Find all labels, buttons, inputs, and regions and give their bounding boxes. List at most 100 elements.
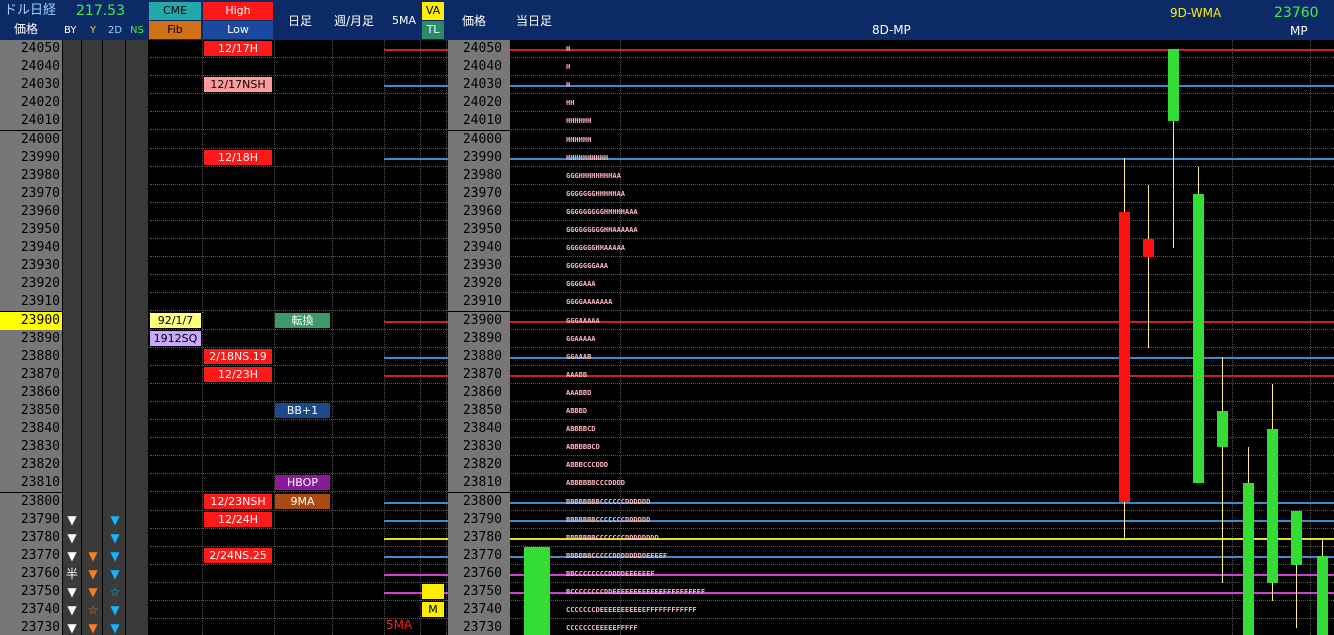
vertical-grid-line: [274, 40, 275, 635]
price-cell-right: 23850: [448, 402, 510, 420]
y-label: Y: [90, 25, 97, 36]
high-low-tag[interactable]: 12/23NSH: [204, 494, 272, 509]
grid-line: [150, 148, 1334, 149]
price-cell: 23820: [0, 456, 62, 474]
price-cell: 23770: [0, 547, 62, 565]
fib-tag[interactable]: 1912SQ: [150, 331, 201, 346]
candle-body: [1217, 411, 1228, 448]
level-line: [384, 49, 1334, 51]
price-cell-right: 24020: [448, 94, 510, 112]
price-cell-right: 23740: [448, 601, 510, 619]
high-low-tag[interactable]: 12/17H: [204, 41, 272, 56]
by-label: BY: [64, 25, 77, 36]
candle-body: [1193, 193, 1204, 484]
vertical-grid-line: [1310, 40, 1311, 635]
signal-mark-icon: ▼: [88, 567, 98, 581]
grid-line: [150, 582, 1334, 583]
mp-label: MP: [1290, 24, 1308, 38]
tpo-row: CCCCCCCDEEEEEEEEEEEFFFFFFFFFFFF: [566, 606, 697, 614]
signal-mark-icon: ▼: [110, 531, 120, 545]
high-low-tag[interactable]: 12/24H: [204, 512, 272, 527]
price-cell: 23800: [0, 493, 62, 511]
signal-mark-icon: ▼: [88, 621, 98, 635]
signal-mark-icon: ▼: [67, 531, 77, 545]
price-cell-right: 23980: [448, 167, 510, 185]
high-low-tag[interactable]: 12/23H: [204, 367, 272, 382]
high-low-tag[interactable]: 12/17NSH: [204, 77, 272, 92]
ns-label: NS: [130, 25, 144, 36]
price-cell: 23860: [0, 384, 62, 402]
signal-mark-icon: ▼: [67, 513, 77, 527]
signal-mark-icon: ☆: [87, 603, 99, 617]
instrument-value: 217.53: [76, 3, 125, 19]
signal-mark-icon: ▼: [88, 549, 98, 563]
price-cell-right: 24000: [448, 131, 510, 149]
ns-column: [126, 40, 148, 635]
price-cell: 23830: [0, 438, 62, 456]
price-cell-right: 23780: [448, 529, 510, 547]
price-cell-right: 23910: [448, 293, 510, 311]
price-cell: 24050: [0, 40, 62, 58]
va-tag[interactable]: M: [422, 602, 444, 617]
signal-mark-icon: 半: [65, 567, 78, 581]
va-header: VA: [422, 2, 444, 20]
vertical-grid-line: [446, 40, 447, 635]
fib-header: Fib: [149, 21, 201, 39]
tpo-row: BBBBBBBBCCCCCCDDDDDD: [566, 498, 651, 506]
grid-line: [150, 57, 1334, 58]
candle-body: [1168, 49, 1179, 122]
tpo-row: GGGGGGGGGHHAAAAAA: [566, 226, 638, 234]
tpo-row: HHHHHH: [566, 136, 592, 144]
price-cell: 23990: [0, 149, 62, 167]
mp-title: 8D-MP: [872, 23, 911, 37]
tpo-row: BBBBBBBCCCCCCCDDDDDDDD: [566, 534, 659, 542]
high-low-tag[interactable]: 12/18H: [204, 150, 272, 165]
price-cell: 23940: [0, 239, 62, 257]
ma5-bottom-label: 5MA: [386, 618, 413, 632]
level-line: [384, 321, 1334, 323]
price-cell-right: 23900: [448, 312, 510, 330]
level-line: [384, 502, 1334, 504]
grid-line: [150, 93, 1334, 94]
price-cell-right: 23970: [448, 185, 510, 203]
fib-tag[interactable]: 92/1/7: [150, 313, 201, 328]
grid-line: [150, 329, 1334, 330]
tpo-row: HHHHHHHHHH: [566, 154, 609, 162]
grid-line: [150, 365, 1334, 366]
va-tag[interactable]: [422, 584, 444, 599]
daily-tag[interactable]: 転換: [275, 313, 330, 328]
price-cell-right: 23940: [448, 239, 510, 257]
candle-body: [1119, 211, 1130, 502]
grid-line: [150, 455, 1334, 456]
price-cell: 23910: [0, 293, 62, 311]
today-header: 当日足: [516, 14, 553, 28]
grid-line: [150, 473, 1334, 474]
tpo-row: HHHHHH: [566, 117, 592, 125]
high-low-tag[interactable]: 2/24NS.25: [204, 548, 272, 563]
grid-line: [150, 618, 1334, 619]
signal-mark-icon: ▼: [110, 549, 120, 563]
vertical-grid-line: [202, 40, 203, 635]
price-cell: 23950: [0, 221, 62, 239]
price-cell-right: 23750: [448, 583, 510, 601]
price-cell: 23930: [0, 257, 62, 275]
signal-mark-icon: ▼: [110, 513, 120, 527]
price-cell-right: 23860: [448, 384, 510, 402]
low-header: Low: [203, 21, 273, 39]
grid-line: [150, 347, 1334, 348]
tpo-row: HH: [566, 99, 575, 107]
daily-tag[interactable]: HBOP: [275, 475, 330, 490]
vertical-grid-line: [1232, 40, 1233, 635]
vertical-grid-line: [420, 40, 421, 635]
price-cell: 23880: [0, 348, 62, 366]
level-line: [384, 538, 1334, 540]
daily-tag[interactable]: 9MA: [275, 494, 330, 509]
price-cell: 24000: [0, 131, 62, 149]
price-cell-right: 23760: [448, 565, 510, 583]
grid-line: [150, 564, 1334, 565]
price-cell: 23840: [0, 420, 62, 438]
cme-header: CME: [149, 2, 201, 20]
daily-tag[interactable]: BB+1: [275, 403, 330, 418]
price-cell-right: 24040: [448, 58, 510, 76]
high-low-tag[interactable]: 2/18NS.19: [204, 349, 272, 364]
